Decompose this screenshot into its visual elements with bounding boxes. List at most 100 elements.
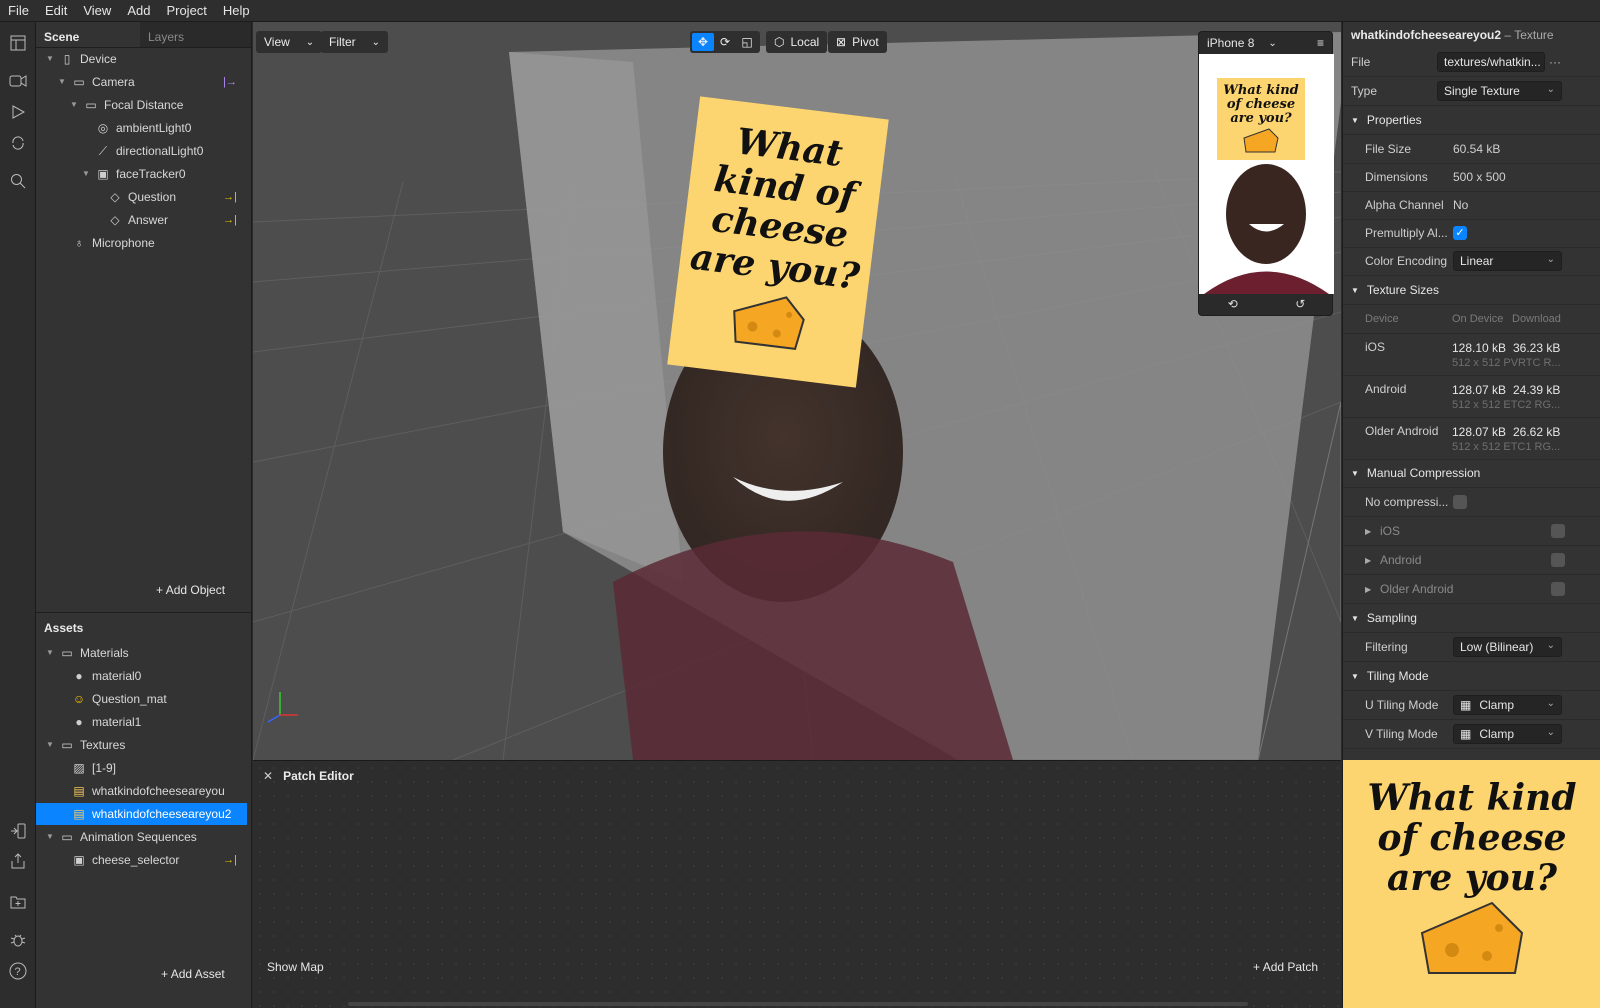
manual-platform-row[interactable]: ▶ Android bbox=[1343, 546, 1600, 575]
scene-item[interactable]: ▼ ▭ Camera |→ bbox=[36, 71, 247, 93]
u-tiling-label: U Tiling Mode bbox=[1365, 698, 1439, 712]
show-map-button[interactable]: Show Map bbox=[267, 960, 324, 974]
tiling-mode-section[interactable]: ▼ Tiling Mode bbox=[1343, 662, 1600, 691]
triangle-right-icon[interactable]: ▶ bbox=[1365, 556, 1371, 565]
premultiply-label: Premultiply Al... bbox=[1365, 226, 1448, 240]
refresh-icon[interactable] bbox=[6, 131, 30, 155]
platform-checkbox[interactable] bbox=[1551, 553, 1565, 567]
patch-editor[interactable]: ✕ Patch Editor Show Map + Add Patch bbox=[253, 760, 1341, 1008]
menu-project[interactable]: Project bbox=[158, 0, 214, 22]
expand-triangle-icon[interactable]: ▼ bbox=[46, 642, 56, 664]
local-button[interactable]: ⬡ Local bbox=[766, 31, 828, 53]
send-to-device-icon[interactable] bbox=[6, 819, 30, 843]
platform-checkbox[interactable] bbox=[1551, 524, 1565, 538]
video-icon[interactable] bbox=[6, 69, 30, 93]
close-icon[interactable]: ✕ bbox=[263, 769, 273, 783]
u-tiling-select[interactable]: ▦ Clamp ⌄ bbox=[1453, 695, 1562, 715]
asset-item[interactable]: ▼ ▭ Materials bbox=[36, 642, 247, 664]
scene-item[interactable]: ⟋ directionalLight0 bbox=[36, 140, 247, 162]
add-patch-button[interactable]: + Add Patch bbox=[1253, 960, 1318, 974]
triangle-right-icon[interactable]: ▶ bbox=[1365, 527, 1371, 536]
asset-item[interactable]: ▼ ▭ Animation Sequences bbox=[36, 826, 247, 848]
manual-platform-row[interactable]: ▶ Older Android bbox=[1343, 575, 1600, 604]
scene-item[interactable]: ◇ Answer →| bbox=[36, 209, 247, 231]
scene-item[interactable]: ▼ ▯ Device bbox=[36, 48, 247, 70]
menu-add[interactable]: Add bbox=[119, 0, 158, 22]
restart-icon[interactable]: ↺ bbox=[1295, 297, 1305, 311]
sampling-section[interactable]: ▼ Sampling bbox=[1343, 604, 1600, 633]
scene-item[interactable]: ▼ ▣ faceTracker0 bbox=[36, 163, 247, 185]
search-icon[interactable] bbox=[6, 169, 30, 193]
premultiply-checkbox[interactable]: ✓ bbox=[1453, 226, 1467, 240]
manual-platform-row[interactable]: ▶ iOS bbox=[1343, 517, 1600, 546]
device-select[interactable]: iPhone 8 ⌄ ≡ bbox=[1199, 32, 1332, 54]
menu-icon[interactable]: ≡ bbox=[1317, 36, 1324, 50]
expand-triangle-icon[interactable]: ▼ bbox=[46, 734, 56, 756]
expand-triangle-icon[interactable]: ▼ bbox=[70, 94, 80, 116]
texture-sizes-section[interactable]: ▼ Texture Sizes bbox=[1343, 276, 1600, 305]
expand-triangle-icon[interactable]: ▼ bbox=[82, 163, 92, 185]
filter-dropdown[interactable]: Filter ⌄ bbox=[321, 31, 389, 53]
col-device: Device bbox=[1365, 313, 1399, 325]
no-compression-checkbox[interactable] bbox=[1453, 495, 1467, 509]
asset-item[interactable]: ● material1 bbox=[36, 711, 247, 733]
file-field[interactable]: textures/whatkin... bbox=[1437, 52, 1545, 72]
size-on-device: 128.07 kB bbox=[1452, 425, 1507, 439]
menu-edit[interactable]: Edit bbox=[37, 0, 75, 22]
clamp-icon: ▦ bbox=[1460, 698, 1472, 712]
add-object-button[interactable]: + Add Object bbox=[156, 583, 225, 597]
properties-header: Properties bbox=[1366, 113, 1422, 127]
chevron-down-icon: ⌄ bbox=[1546, 84, 1555, 95]
asset-item[interactable]: ▨ [1-9] bbox=[36, 757, 247, 779]
size-download: 36.23 kB bbox=[1513, 341, 1561, 355]
platform-checkbox[interactable] bbox=[1551, 582, 1565, 596]
menu-help[interactable]: Help bbox=[215, 0, 258, 22]
asset-item[interactable]: ☺ Question_mat bbox=[36, 688, 247, 710]
scene-item[interactable]: ◇ Question →| bbox=[36, 186, 247, 208]
play-icon[interactable] bbox=[6, 100, 30, 124]
asset-item[interactable]: ▤ whatkindofcheeseareyou2 bbox=[36, 803, 247, 825]
export-icon[interactable] bbox=[6, 849, 30, 873]
rotate-device-icon[interactable]: ⟲ bbox=[1228, 297, 1238, 311]
scale-icon[interactable]: ◱ bbox=[736, 35, 758, 49]
filtering-select[interactable]: Low (Bilinear) ⌄ bbox=[1453, 637, 1562, 657]
file-size-value: 60.54 kB bbox=[1453, 142, 1501, 156]
expand-triangle-icon[interactable]: ▼ bbox=[46, 48, 56, 70]
expand-triangle-icon[interactable]: ▼ bbox=[58, 71, 68, 93]
expand-triangle-icon[interactable]: ▼ bbox=[46, 826, 56, 848]
scene-item[interactable]: ▼ ▭ Focal Distance bbox=[36, 94, 247, 116]
triangle-right-icon[interactable]: ▶ bbox=[1365, 585, 1371, 594]
properties-section[interactable]: ▼ Properties bbox=[1343, 106, 1600, 135]
scene-item[interactable]: ♁ Microphone bbox=[36, 232, 247, 254]
asset-item[interactable]: ▼ ▭ Textures bbox=[36, 734, 247, 756]
bug-icon[interactable] bbox=[6, 928, 30, 952]
file-size-label: File Size bbox=[1365, 142, 1412, 156]
type-select[interactable]: Single Texture ⌄ bbox=[1437, 81, 1562, 101]
menu-file[interactable]: File bbox=[0, 0, 37, 22]
asset-item[interactable]: ● material0 bbox=[36, 665, 247, 687]
pivot-button[interactable]: ⊠ Pivot bbox=[828, 31, 887, 53]
asset-item[interactable]: ▣ cheese_selector →| bbox=[36, 849, 247, 871]
rotate-icon[interactable]: ⟳ bbox=[714, 35, 736, 49]
manual-compression-section[interactable]: ▼ Manual Compression bbox=[1343, 459, 1600, 488]
help-icon[interactable]: ? bbox=[6, 959, 30, 983]
cheese-poster-3d[interactable]: What kind of cheese are you? bbox=[667, 96, 889, 388]
add-asset-button[interactable]: + Add Asset bbox=[161, 967, 225, 981]
horizontal-scrollbar[interactable] bbox=[348, 1002, 1248, 1006]
view-dropdown[interactable]: View ⌄ bbox=[256, 31, 323, 53]
menu-view[interactable]: View bbox=[75, 0, 119, 22]
scene-item[interactable]: ◎ ambientLight0 bbox=[36, 117, 247, 139]
move-icon[interactable]: ✥ bbox=[692, 33, 714, 51]
more-icon[interactable]: ··· bbox=[1549, 55, 1561, 69]
size-device: iOS bbox=[1365, 340, 1386, 354]
item-label: Answer bbox=[128, 213, 169, 227]
item-label: cheese_selector bbox=[92, 853, 180, 867]
v-tiling-select[interactable]: ▦ Clamp ⌄ bbox=[1453, 724, 1562, 744]
scene-viewport[interactable]: What kind of cheese are you? View ⌄ Filte… bbox=[253, 22, 1341, 760]
color-encoding-select[interactable]: Linear ⌄ bbox=[1453, 251, 1562, 271]
asset-item[interactable]: ▤ whatkindofcheeseareyou bbox=[36, 780, 247, 802]
tab-layers[interactable]: Layers bbox=[140, 22, 244, 47]
tab-scene[interactable]: Scene bbox=[36, 22, 140, 47]
layout-icon[interactable] bbox=[6, 31, 30, 55]
library-icon[interactable] bbox=[6, 890, 30, 914]
